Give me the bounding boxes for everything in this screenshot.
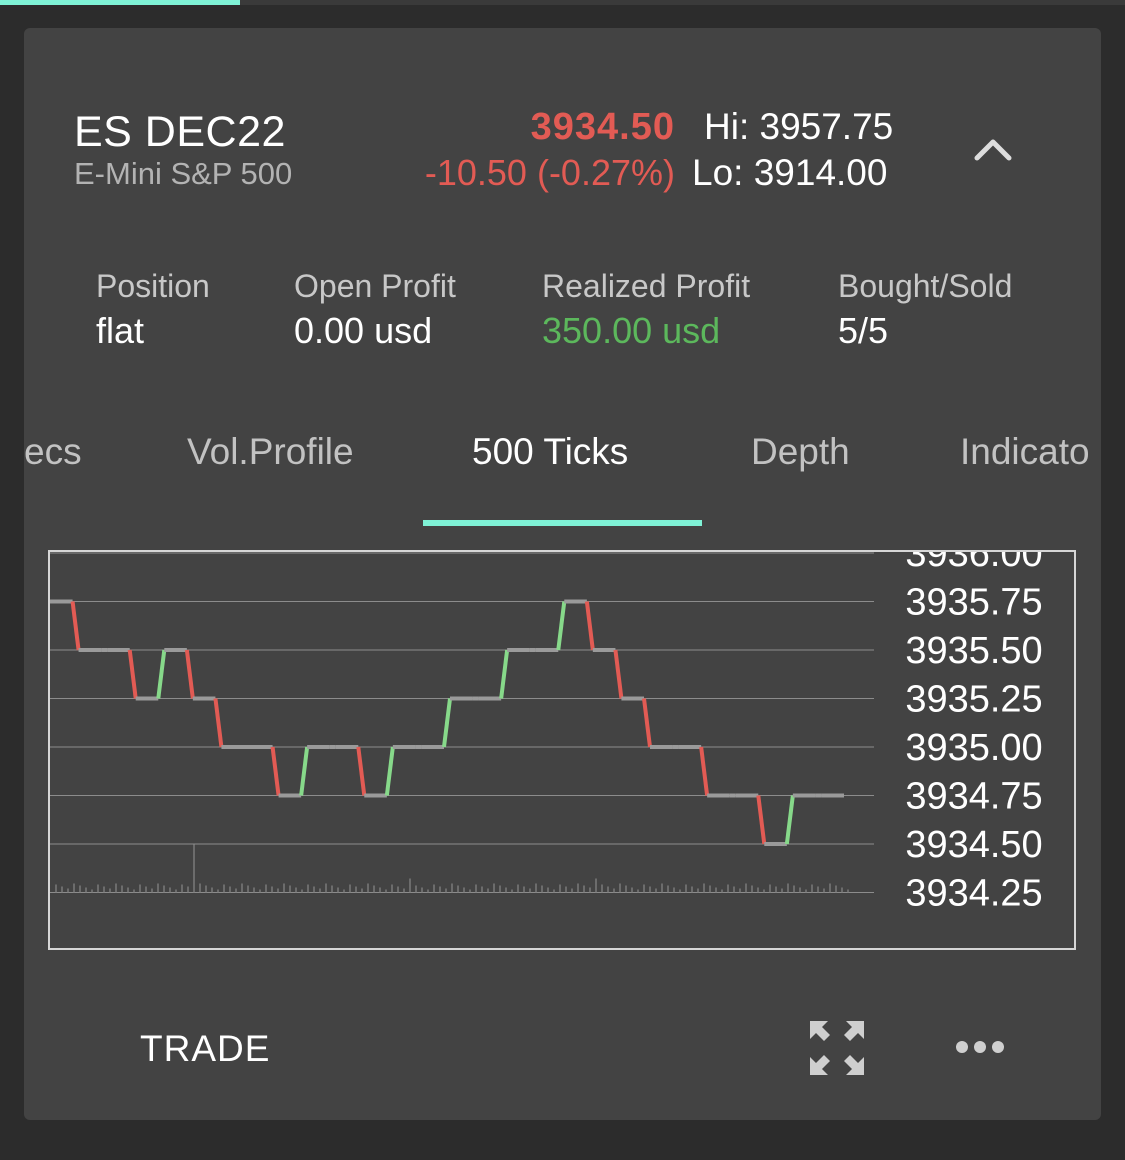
- high-price: Hi: 3957.75: [704, 106, 894, 147]
- more-icon[interactable]: [954, 1036, 1006, 1058]
- price-step-move: [213, 698, 224, 748]
- price-step-move: [156, 649, 167, 699]
- price-step-move: [70, 601, 81, 651]
- price-axis-label: 3935.50: [905, 630, 1042, 672]
- last-price: 3934.50: [530, 106, 675, 148]
- tab-500-ticks[interactable]: 500 Ticks: [472, 431, 628, 473]
- open-profit-value: 0.00 usd: [294, 310, 433, 351]
- position-label: Position: [96, 268, 210, 304]
- price-step-move: [270, 746, 281, 796]
- tab-vol-profile[interactable]: Vol.Profile: [187, 431, 354, 473]
- price-axis-label: 3935.25: [905, 679, 1042, 721]
- tick-chart-svg: 3936.00 3935.75 3935.50 3935.25 3935.00 3934.…: [50, 552, 1043, 915]
- tab-secs[interactable]: ecs: [24, 431, 82, 473]
- bought-sold-value: 5/5: [838, 310, 889, 351]
- price-step-move: [584, 601, 595, 651]
- chart-tabs: ecs Vol.Profile 500 Ticks Depth Indicato: [24, 423, 1101, 529]
- price-axis-label: 3934.75: [905, 776, 1042, 818]
- price-step-move: [699, 746, 710, 796]
- price-step-move: [356, 746, 367, 796]
- instrument-card: ES DEC22 E-Mini S&P 500 3934.50 -10.50 (…: [24, 28, 1101, 1120]
- price-axis-label: 3936.00: [905, 552, 1042, 575]
- price-step-move: [499, 649, 510, 699]
- low-price: Lo: 3914.00: [692, 152, 888, 193]
- price-change: -10.50 (-0.27%): [424, 152, 675, 193]
- price-step-move: [127, 649, 138, 699]
- expand-icon[interactable]: [808, 1019, 866, 1077]
- price-step-move: [784, 795, 795, 845]
- tab-depth[interactable]: Depth: [751, 431, 850, 473]
- price-step-move: [384, 746, 395, 796]
- loading-progress-bar: [0, 0, 240, 5]
- chevron-up-icon[interactable]: [970, 128, 1016, 168]
- price-step-move: [613, 649, 624, 699]
- position-value: flat: [96, 310, 145, 351]
- realized-profit-label: Realized Profit: [542, 268, 751, 304]
- price-axis-label: 3935.00: [905, 727, 1042, 769]
- trade-button[interactable]: TRADE: [140, 1028, 270, 1070]
- bought-sold-label: Bought/Sold: [838, 268, 1013, 304]
- price-step-move: [556, 601, 567, 651]
- price-step-move: [642, 698, 652, 748]
- instrument-description: E-Mini S&P 500: [74, 156, 293, 191]
- price-axis-label: 3934.50: [905, 824, 1042, 866]
- tab-indicators[interactable]: Indicato: [960, 431, 1090, 473]
- price-axis-label: 3934.25: [905, 873, 1042, 915]
- tick-chart[interactable]: 3936.00 3935.75 3935.50 3935.25 3935.00 3934.…: [48, 550, 1076, 950]
- realized-profit-value: 350.00 usd: [542, 310, 721, 351]
- price-step-move: [299, 746, 310, 796]
- instrument-symbol: ES DEC22: [74, 108, 286, 156]
- price-step-move: [442, 698, 452, 748]
- active-tab-indicator: [423, 520, 702, 526]
- price-step-move: [184, 649, 195, 699]
- price-axis-label: 3935.75: [905, 582, 1042, 624]
- open-profit-label: Open Profit: [294, 268, 456, 304]
- price-step-move: [756, 795, 767, 845]
